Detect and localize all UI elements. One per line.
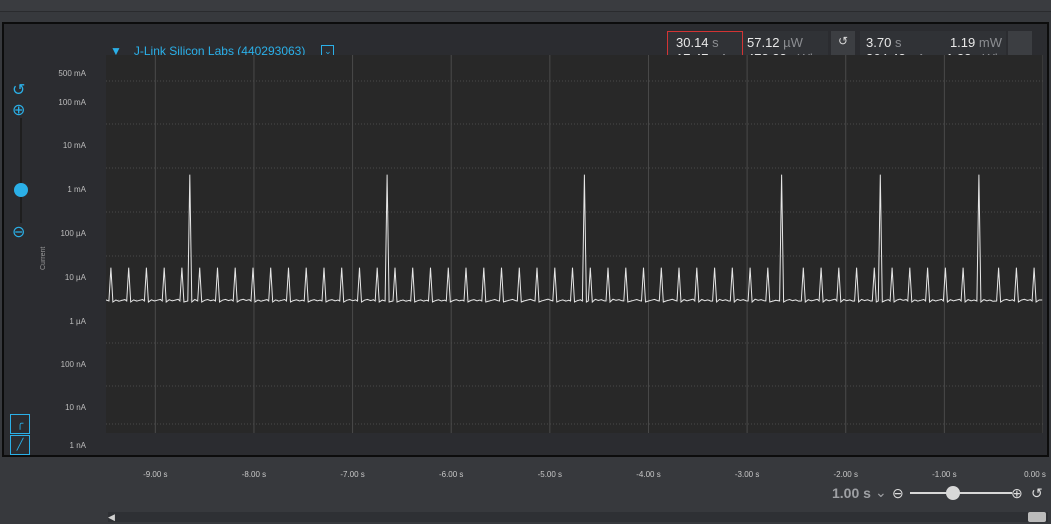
x-tick-label: -7.00 s: [340, 470, 365, 479]
selection-time: 30.14: [676, 35, 709, 50]
current-trace: [105, 174, 1043, 304]
x-tick-label: -5.00 s: [537, 470, 563, 479]
y-axis-title: Current: [40, 246, 47, 270]
zoom-out-icon[interactable]: ⊖: [12, 222, 25, 242]
y-tick-label: 10 mA: [62, 141, 86, 150]
scrollbar-thumb[interactable]: [1028, 512, 1046, 522]
vertical-zoom-knob[interactable]: [14, 183, 28, 197]
y-tick-label: 10 nA: [65, 403, 86, 412]
linear-mode-icon[interactable]: ╱: [10, 435, 30, 455]
scroll-left-icon[interactable]: ◀: [108, 512, 115, 522]
time-zoom-control: 1.00 s ⌄: [832, 484, 887, 501]
x-tick-label: -6.00 s: [438, 470, 464, 479]
x-tick-label: 0.00 s: [1024, 470, 1046, 479]
reset-zoom-icon[interactable]: ↺: [12, 80, 25, 100]
y-tick-label: 10 µA: [64, 273, 86, 282]
reset-icon[interactable]: ↺: [831, 31, 855, 51]
chevron-down-icon[interactable]: ⌄: [875, 484, 887, 501]
vertical-zoom-track[interactable]: [20, 118, 22, 223]
x-tick-label: -9.00 s: [143, 470, 168, 479]
time-zoom-slider[interactable]: [910, 492, 1012, 494]
selection-time-unit: s: [712, 35, 719, 50]
x-tick-label: -1.00 s: [932, 470, 957, 479]
y-tick-label: 1 µA: [69, 317, 86, 326]
y-tick-label: 100 µA: [60, 229, 86, 238]
zoom-out-icon[interactable]: ⊖: [892, 485, 904, 502]
plot-area[interactable]: [105, 55, 1044, 433]
zoom-value: 1.00 s: [832, 484, 871, 501]
window-time: 3.70: [866, 35, 892, 50]
window-power: 1.19: [949, 35, 976, 50]
reset-zoom-icon[interactable]: ↺: [1031, 485, 1043, 502]
curve-mode-icon[interactable]: ╭: [10, 414, 30, 434]
selection-power-unit: µW: [783, 35, 803, 50]
y-tick-label: 100 mA: [58, 98, 86, 107]
app-window: ▼ J-Link Silicon Labs (440293063) ⌄ 30.1…: [0, 0, 1051, 524]
zoom-in-icon[interactable]: ⊕: [12, 100, 25, 120]
window-time-unit: s: [894, 35, 902, 50]
x-tick-label: -3.00 s: [734, 470, 760, 479]
y-tick-label: 500 mA: [58, 69, 86, 78]
y-tick-label: 1 mA: [67, 185, 86, 194]
y-tick-label: 100 nA: [60, 360, 86, 369]
x-tick-label: -4.00 s: [636, 470, 661, 479]
top-toolbar-strip: [0, 0, 1051, 12]
zoom-in-icon[interactable]: ⊕: [1011, 485, 1023, 502]
current-chart[interactable]: [105, 55, 1044, 433]
window-power-unit: mW: [978, 35, 1002, 50]
x-tick-label: -8.00 s: [241, 470, 267, 479]
time-zoom-knob[interactable]: [946, 486, 960, 500]
y-tick-label: 1 nA: [69, 441, 86, 450]
horizontal-scrollbar[interactable]: ◀: [108, 512, 1048, 522]
selection-power: 57.12: [747, 35, 780, 50]
x-tick-label: -2.00 s: [833, 470, 858, 479]
